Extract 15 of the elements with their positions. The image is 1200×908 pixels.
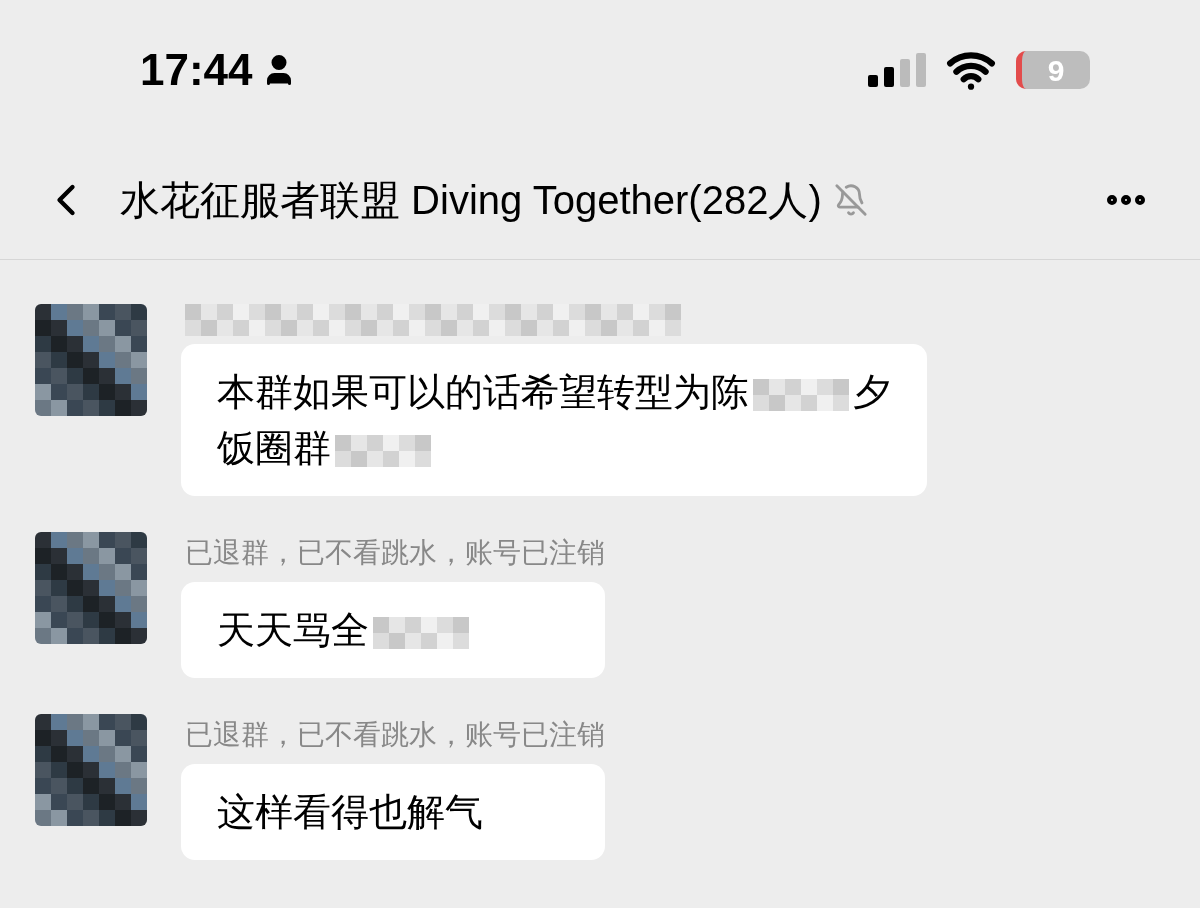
sender-name: 已退群，已不看跳水，账号已注销 — [185, 718, 605, 752]
message-text: 天天骂全 — [217, 609, 369, 651]
message-text: 饭圈群 — [217, 427, 331, 469]
chat-title: 水花征服者联盟 Diving Together(282人) — [120, 176, 822, 224]
signal-icon — [868, 53, 926, 87]
status-time: 17:44 — [140, 44, 253, 96]
message-text: 夕 — [853, 371, 891, 413]
mosaic-icon — [185, 304, 681, 336]
message-text: 本群如果可以的话希望转型为陈 — [217, 371, 749, 413]
message-text: 这样看得也解气 — [217, 791, 483, 833]
sender-name: 已退群，已不看跳水，账号已注销 — [185, 536, 605, 570]
mosaic-icon — [373, 616, 469, 649]
battery: 9 — [1016, 51, 1090, 89]
mosaic-icon — [335, 434, 431, 467]
mosaic-icon — [753, 378, 849, 411]
